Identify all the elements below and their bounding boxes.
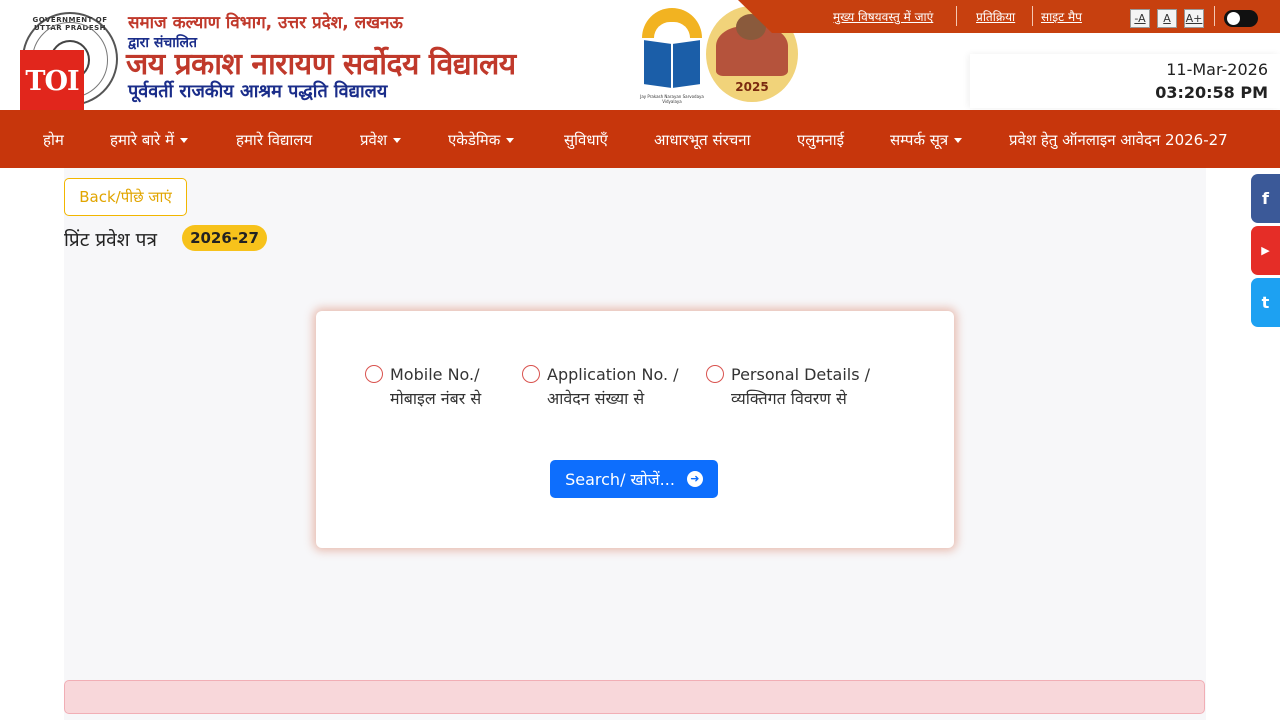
site-header: GOVERNMENT OF UTTAR PRADESH TOI समाज कल्…: [0, 0, 1280, 110]
skip-to-content-link[interactable]: मुख्य विषयवस्तु में जाएं: [833, 8, 933, 25]
nav-infrastructure[interactable]: आधारभूत संरचना: [654, 130, 750, 150]
current-date: 11-Mar-2026: [1166, 60, 1268, 79]
caret-down-icon: [393, 138, 402, 143]
radio-mobile-label-hi: मोबाइल नंबर से: [390, 389, 482, 408]
nav-academic[interactable]: एकेडेमिक: [448, 130, 515, 150]
radio-application[interactable]: [522, 365, 540, 383]
main-navbar: होम हमारे बारे में हमारे विद्यालय प्रवेश…: [0, 110, 1280, 168]
font-decrease-button[interactable]: -A: [1130, 9, 1150, 28]
twitter-button[interactable]: t: [1251, 278, 1280, 327]
page-title: प्रिंट प्रवेश पत्र: [64, 229, 157, 251]
font-normal-button[interactable]: A: [1157, 9, 1177, 28]
nav-our-schools[interactable]: हमारे विद्यालय: [236, 130, 312, 150]
nav-home[interactable]: होम: [43, 130, 64, 150]
divider: [1032, 6, 1033, 26]
feedback-link[interactable]: प्रतिक्रिया: [976, 8, 1015, 25]
youtube-icon: ▶: [1261, 244, 1270, 257]
nav-online-application[interactable]: प्रवेश हेतु ऑनलाइन आवेदन 2026-27: [1009, 130, 1228, 150]
facebook-button[interactable]: f: [1251, 174, 1280, 223]
kumbh-year: 2025: [735, 80, 769, 94]
theme-toggle[interactable]: [1224, 10, 1258, 27]
caret-down-icon: [180, 138, 189, 143]
radio-application-label-en: Application No. /: [547, 365, 679, 384]
school-name: जय प्रकाश नारायण सर्वोदय विद्यालय: [126, 47, 516, 82]
facebook-icon: f: [1262, 189, 1269, 208]
back-button[interactable]: Back/पीछे जाएं: [64, 178, 187, 216]
nav-about[interactable]: हमारे बारे में: [110, 130, 189, 150]
caret-down-icon: [506, 138, 515, 143]
department-line: समाज कल्याण विभाग, उत्तर प्रदेश, लखनऊ: [128, 13, 403, 33]
datetime-panel: 11-Mar-2026 03:20:58 PM: [970, 54, 1280, 108]
radio-personal-label-en: Personal Details /: [731, 365, 871, 384]
search-button-label: Search/ खोजें...: [565, 470, 675, 489]
former-name: पूर्ववर्ती राजकीय आश्रम पद्धति विद्यालय: [128, 81, 388, 102]
divider: [1214, 6, 1215, 26]
nav-alumni[interactable]: एलुमनाई: [797, 130, 844, 150]
logo-caption: Jay Prakash Narayan Sarvodaya Vidyalaya: [640, 94, 704, 104]
nav-contact[interactable]: सम्पर्क सूत्र: [890, 130, 963, 150]
arrow-circle-right-icon: ➜: [686, 471, 703, 487]
caret-down-icon: [954, 138, 963, 143]
current-time: 03:20:58 PM: [1155, 83, 1268, 102]
radio-personal-label-hi: व्यक्तिगत विवरण से: [731, 389, 847, 408]
nav-admission[interactable]: प्रवेश: [360, 130, 402, 150]
twitter-icon: t: [1261, 293, 1270, 312]
font-increase-button[interactable]: A+: [1184, 9, 1204, 28]
nav-facilities[interactable]: सुविधाएँ: [564, 130, 608, 150]
toi-watermark-badge: TOI: [20, 50, 84, 110]
search-card: Mobile No./ मोबाइल नंबर से Application N…: [316, 311, 954, 548]
search-button[interactable]: Search/ खोजें... ➜: [550, 460, 718, 498]
school-logo: Jay Prakash Narayan Sarvodaya Vidyalaya: [632, 6, 712, 104]
radio-personal[interactable]: [706, 365, 724, 383]
youtube-button[interactable]: ▶: [1251, 226, 1280, 275]
radio-application-label-hi: आवेदन संख्या से: [547, 389, 645, 408]
session-year-badge: 2026-27: [182, 225, 267, 251]
radio-mobile[interactable]: [365, 365, 383, 383]
sitemap-link[interactable]: साइट मैप: [1041, 8, 1082, 25]
alert-message-bar: [64, 680, 1205, 714]
toggle-knob: [1227, 12, 1240, 25]
radio-mobile-label-en: Mobile No./: [390, 365, 480, 384]
divider: [956, 6, 957, 26]
